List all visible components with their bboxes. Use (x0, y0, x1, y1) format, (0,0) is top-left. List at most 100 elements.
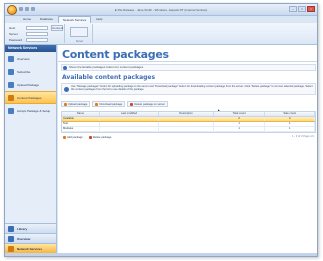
table-cell: 1 (265, 127, 315, 131)
grid-actions-bar: Add package Delete package 1 - 3 of 3 Pa… (61, 134, 316, 140)
delete-package-on-server-button[interactable]: Delete package on server (127, 101, 168, 107)
title-bar: E-Tile Release · Jane Smith - Windows, J… (5, 4, 317, 16)
table-cell: 0 (214, 117, 266, 121)
sidebar-item-accept-package[interactable]: Accept Package & Setup (5, 104, 56, 117)
sidebar-item-label: Upload Package (17, 82, 40, 87)
column-header-total-count[interactable]: Total count (214, 112, 266, 116)
tab-home[interactable]: Home (19, 16, 35, 23)
overview-nav-icon (8, 235, 14, 242)
description-text: Use "Manage packages" button for uploadi… (71, 85, 313, 92)
table-cell (100, 122, 160, 126)
tab-help[interactable]: Help (92, 16, 106, 23)
ribbon-tabs: Home Database Network Services Help (19, 16, 106, 23)
delete-package-button[interactable]: Delete package (87, 134, 114, 140)
page-title: Content packages (62, 48, 169, 61)
table-cell (159, 122, 214, 126)
server-label: Server (9, 31, 18, 36)
table-cell (100, 117, 160, 121)
ribbon-group-server: Server (67, 24, 93, 43)
table-cell (159, 117, 214, 121)
sidebar-item-overview[interactable]: Overview (5, 52, 56, 65)
nav-overview[interactable]: Overview (5, 233, 56, 243)
status-bar (5, 253, 317, 256)
upload-package-icon (64, 102, 67, 106)
sidebar: Network Services Overview Subscribe Uplo… (5, 45, 57, 256)
table-row[interactable]: Modules 1 1 (62, 127, 315, 132)
description-box: Use "Manage packages" button for uploadi… (61, 83, 316, 95)
application-window: E-Tile Release · Jane Smith - Windows, J… (4, 3, 318, 257)
grid-pager[interactable]: 1 - 3 of 3 Page 1/1 (292, 135, 314, 138)
tab-database[interactable]: Database (36, 16, 57, 23)
sidebar-item-content-packages[interactable]: Content Packages (5, 91, 56, 104)
main-content: Content packages Show the Enable package… (58, 45, 317, 256)
add-package-button[interactable]: Add package (61, 134, 85, 140)
nav-label: Overview (17, 236, 31, 241)
package-toolbar: Upload package Download package Delete p… (61, 101, 168, 107)
section-title: Available content packages (62, 74, 156, 81)
add-icon (63, 135, 66, 139)
sidebar-item-upload-package[interactable]: Upload Package (5, 78, 56, 91)
table-cell: 1 (265, 122, 315, 126)
tab-network-services[interactable]: Network Services (57, 16, 92, 23)
button-label: Delete package on server (134, 102, 165, 106)
password-field[interactable] (26, 37, 48, 42)
host-field[interactable] (26, 25, 48, 30)
delete-package-icon (130, 102, 134, 106)
nav-label: Library (17, 226, 28, 231)
button-label: Add package (67, 135, 83, 139)
accept-icon (8, 107, 14, 114)
sidebar-item-label: Subscribe (17, 69, 31, 74)
sidebar-item-label: Overview (17, 56, 30, 61)
ribbon-group-connection: Host Server Password Connect (7, 24, 65, 43)
upload-icon (8, 81, 14, 88)
network-icon (8, 245, 14, 252)
minimize-button[interactable]: – (289, 6, 297, 12)
packages-grid: Name Last modified Description Total cou… (61, 111, 316, 133)
ribbon: Host Server Password Connect Server (5, 23, 317, 45)
server-group-caption: Server (75, 40, 84, 43)
nav-network-services[interactable]: Network Services (5, 243, 56, 253)
close-button[interactable]: × (307, 6, 315, 12)
column-header-last-modified[interactable]: Last modified (100, 112, 160, 116)
ribbon-row-password: Password (9, 37, 62, 42)
nav-label: Network Services (17, 246, 43, 251)
table-cell (100, 127, 160, 131)
password-label: Password (9, 37, 23, 42)
remove-icon (88, 135, 92, 139)
title-divider (58, 61, 317, 62)
table-cell: 1 (214, 127, 266, 131)
info-bar[interactable]: Show the Enable packages button for cont… (61, 64, 316, 71)
table-cell: Modules (62, 127, 100, 131)
ribbon-row-server: Server (9, 31, 62, 36)
button-label: Upload package (68, 102, 88, 106)
sidebar-item-label: Accept Package & Setup (17, 108, 51, 113)
table-cell: 1 (214, 122, 266, 126)
info-text: Show the Enable packages button for cont… (69, 65, 144, 69)
nav-library[interactable]: Library (5, 223, 56, 233)
navigation-pane: Library Overview Network Services (5, 223, 56, 256)
info-icon (63, 66, 67, 70)
package-icon (8, 94, 14, 101)
upload-package-button[interactable]: Upload package (61, 101, 91, 107)
sidebar-item-label: Content Packages (17, 95, 42, 100)
sidebar-item-subscribe[interactable]: Subscribe (5, 65, 56, 78)
download-package-icon (95, 102, 99, 106)
connect-button[interactable]: Connect (51, 25, 63, 31)
download-package-button[interactable]: Download package (92, 101, 126, 107)
server-field[interactable] (26, 31, 48, 36)
table-cell: 0 (265, 117, 315, 121)
column-header-sale-count[interactable]: Sale count (265, 112, 315, 116)
subscribe-icon (8, 68, 14, 75)
server-settings-button[interactable] (70, 27, 88, 37)
sidebar-header: Network Services (5, 45, 56, 52)
maximize-button[interactable]: □ (298, 6, 306, 12)
column-header-name[interactable]: Name (62, 112, 100, 116)
column-header-description[interactable]: Description (159, 112, 214, 116)
button-label: Delete package (92, 135, 112, 139)
window-title: E-Tile Release · Jane Smith - Windows, J… (114, 8, 208, 12)
info-icon (64, 87, 69, 92)
button-label: Download package (99, 102, 123, 106)
library-icon (8, 225, 14, 232)
table-cell: Available (62, 117, 100, 121)
window-controls: – □ × (289, 6, 315, 12)
